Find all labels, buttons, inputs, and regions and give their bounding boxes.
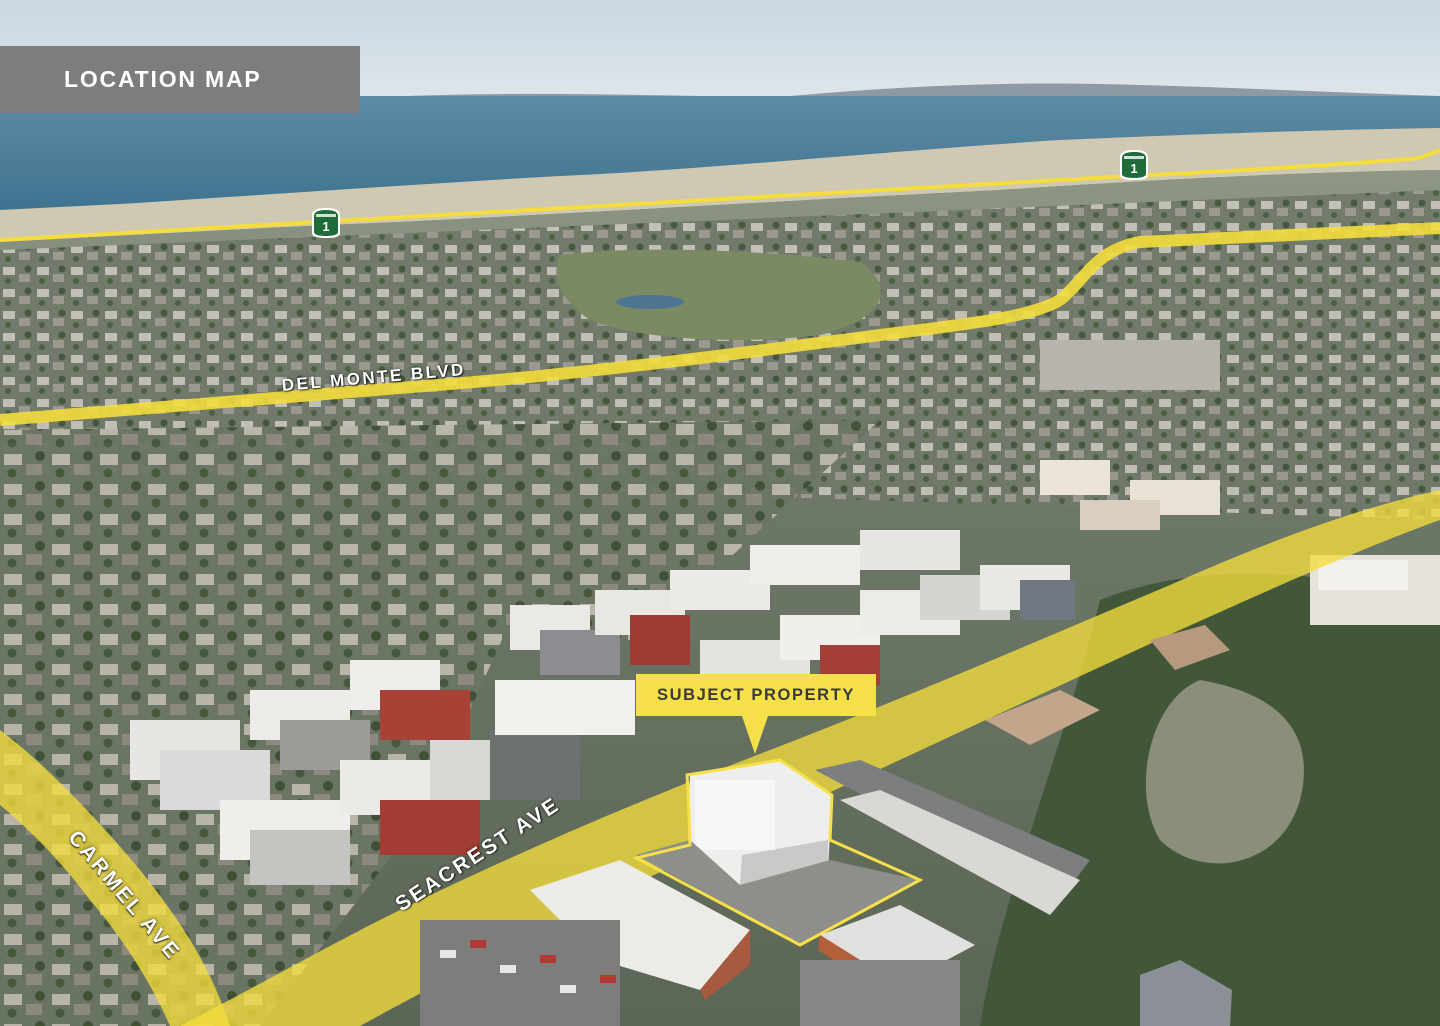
- highway-1-shield-icon: 1: [1117, 148, 1151, 182]
- subject-property-callout: SUBJECT PROPERTY: [636, 674, 876, 716]
- highway-1-shield-icon: 1: [309, 206, 343, 240]
- aerial-photo: [0, 0, 1440, 1026]
- aerial-map: LOCATION MAP 1 1 DEL MONTE BLVD SEACREST…: [0, 0, 1440, 1026]
- callout-label: SUBJECT PROPERTY: [657, 685, 855, 704]
- title-text: LOCATION MAP: [64, 66, 262, 92]
- location-map-title: LOCATION MAP: [0, 46, 360, 113]
- route-number: 1: [1130, 160, 1138, 176]
- route-number: 1: [322, 218, 330, 234]
- callout-pointer: [742, 716, 768, 754]
